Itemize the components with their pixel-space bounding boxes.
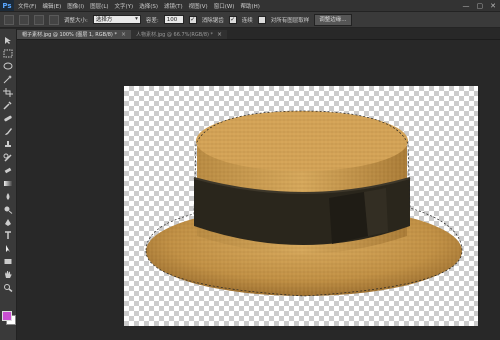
close-icon[interactable]: ✕	[490, 2, 496, 10]
document-canvas[interactable]	[124, 86, 478, 326]
contiguous-checkbox[interactable]: ✓	[228, 15, 237, 24]
tool-preset-icon[interactable]	[4, 14, 14, 25]
marquee-icon[interactable]	[2, 48, 14, 58]
lasso-icon[interactable]	[2, 61, 14, 71]
magic-wand-icon[interactable]	[2, 74, 14, 84]
sample-all-layers-checkbox[interactable]	[257, 15, 266, 24]
foreground-color-swatch[interactable]	[2, 311, 12, 321]
menu-type[interactable]: 文字(Y)	[115, 2, 134, 10]
contiguous-label: 连续	[241, 17, 253, 24]
menu-image[interactable]: 图像(I)	[67, 2, 84, 10]
history-brush-icon[interactable]	[2, 152, 14, 162]
menu-edit[interactable]: 编辑(E)	[42, 2, 61, 10]
gradient-icon[interactable]	[2, 178, 14, 188]
sample-size-select[interactable]: 选择方	[92, 15, 141, 24]
restore-icon[interactable]: ▢	[477, 2, 484, 10]
sample-size-label: 调整大小:	[64, 17, 88, 24]
tab-label: 帽子素材.jpg @ 100% (图层 1, RGB/8) *	[22, 32, 117, 38]
tools-panel	[0, 29, 17, 340]
tolerance-input[interactable]: 100	[163, 15, 184, 24]
menu-view[interactable]: 视图(V)	[189, 2, 208, 10]
zoom-icon[interactable]	[2, 282, 14, 292]
dodge-icon[interactable]	[2, 204, 14, 214]
pen-icon[interactable]	[2, 217, 14, 227]
add-selection-icon[interactable]	[34, 14, 44, 25]
menu-help[interactable]: 帮助(H)	[240, 2, 259, 10]
tab-hat-document[interactable]: 帽子素材.jpg @ 100% (图层 1, RGB/8) * ×	[17, 30, 132, 39]
rectangle-icon[interactable]	[2, 256, 14, 266]
menu-window[interactable]: 窗口(W)	[214, 2, 235, 10]
clone-stamp-icon[interactable]	[2, 139, 14, 149]
photoshop-logo-icon: Ps	[0, 0, 14, 11]
window-controls: — ▢ ✕	[463, 2, 497, 10]
antialias-checkbox[interactable]: ✓	[188, 15, 197, 24]
antialias-label: 消除锯齿	[201, 17, 224, 24]
menu-select[interactable]: 选择(S)	[139, 2, 158, 10]
menu-file[interactable]: 文件(F)	[18, 2, 36, 10]
blur-icon[interactable]	[2, 191, 14, 201]
move-icon[interactable]	[2, 35, 14, 45]
crop-icon[interactable]	[2, 87, 14, 97]
tab-label: 人物素材.jpg @ 66.7%(RGB/8) *	[136, 32, 214, 38]
tolerance-label: 容差:	[145, 17, 159, 24]
options-bar: 调整大小: 选择方 容差: 100 ✓ 消除锯齿 ✓ 连续 对所有图层取样 调整…	[0, 12, 500, 28]
tab-close-icon[interactable]: ×	[121, 31, 126, 38]
refine-edge-button[interactable]: 调整边缘...	[314, 13, 352, 26]
healing-brush-icon[interactable]	[2, 113, 14, 123]
menu-filter[interactable]: 滤镜(T)	[164, 2, 183, 10]
hat-image	[145, 110, 463, 297]
new-selection-icon[interactable]	[19, 14, 29, 25]
tab-close-icon[interactable]: ×	[217, 31, 222, 38]
hand-icon[interactable]	[2, 269, 14, 279]
menu-layer[interactable]: 图层(L)	[90, 2, 108, 10]
sample-all-layers-label: 对所有图层取样	[270, 17, 310, 24]
subtract-selection-icon[interactable]	[49, 14, 59, 25]
brush-icon[interactable]	[2, 126, 14, 136]
minimize-icon[interactable]: —	[463, 2, 470, 10]
eyedropper-icon[interactable]	[2, 100, 14, 110]
type-icon[interactable]	[2, 230, 14, 240]
menu-bar: Ps 文件(F) 编辑(E) 图像(I) 图层(L) 文字(Y) 选择(S) 滤…	[0, 0, 500, 12]
tab-person-document[interactable]: 人物素材.jpg @ 66.7%(RGB/8) * ×	[131, 30, 228, 39]
eraser-icon[interactable]	[2, 165, 14, 175]
document-tabs: 帽子素材.jpg @ 100% (图层 1, RGB/8) * × 人物素材.j…	[17, 29, 500, 40]
path-selection-icon[interactable]	[2, 243, 14, 253]
